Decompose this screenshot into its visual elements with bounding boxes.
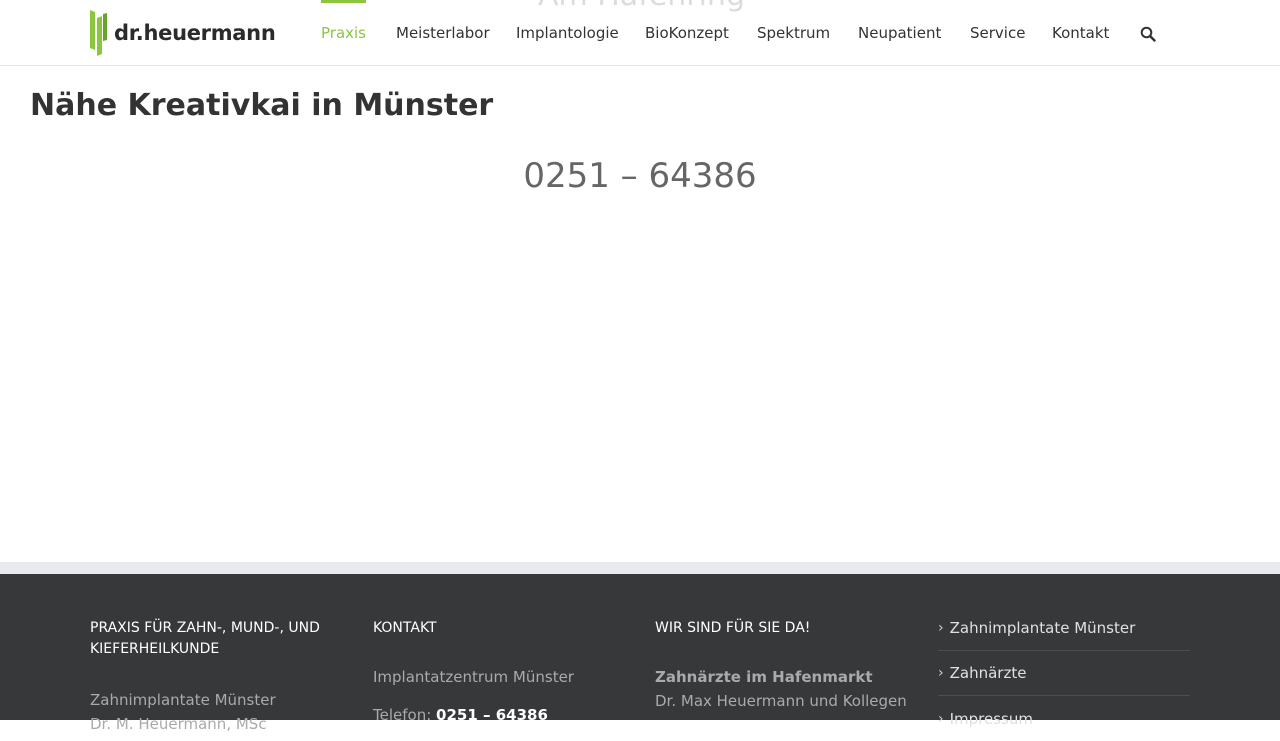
- footer-link-label: Impressum: [949, 709, 1033, 728]
- page-title: Nähe Kreativkai in Münster: [30, 88, 494, 123]
- footer-praxis-line1: Zahnimplantate Münster: [90, 691, 276, 709]
- footer-link-label: Zahnärzte: [949, 664, 1027, 682]
- footer-service-line2: Dr. Max Heuermann und Kollegen: [655, 692, 907, 710]
- footer-column-service: WIR SIND FÜR SIE DA! Zahnärzte im Hafenm…: [655, 618, 907, 713]
- footer-link-label: Zahnimplantate Münster: [949, 619, 1136, 637]
- footer-phone-label: Telefon:: [373, 706, 432, 724]
- footer-heading-praxis: PRAXIS FÜR ZAHN-, MUND-, UND KIEFERHEILK…: [90, 620, 320, 657]
- footer-phone-link[interactable]: 0251 – 64386: [436, 706, 548, 724]
- nav-item-praxis[interactable]: Praxis: [321, 0, 366, 66]
- logo-text: dr.heuermann: [114, 21, 276, 45]
- footer-kontakt-phone: Telefon: 0251 – 64386: [373, 703, 613, 727]
- footer-column-kontakt: KONTAKT Implantatzentrum Münster Telefon…: [373, 618, 613, 727]
- footer-link-zahnaerzte[interactable]: › Zahnärzte: [938, 651, 1190, 696]
- footer-link-zahnimplantate[interactable]: › Zahnimplantate Münster: [938, 606, 1190, 651]
- nav-item-kontakt[interactable]: Kontakt: [1052, 0, 1109, 66]
- footer-heading-kontakt: KONTAKT: [373, 620, 437, 636]
- nav-item-spektrum[interactable]: Spektrum: [757, 0, 830, 66]
- footer-praxis-line2: Dr. M. Heuermann, MSc: [90, 715, 267, 733]
- nav-item-implantologie[interactable]: Implantologie: [516, 0, 619, 66]
- nav-item-neupatient[interactable]: Neupatient: [858, 0, 941, 66]
- footer-column-praxis: PRAXIS FÜR ZAHN-, MUND-, UND KIEFERHEILK…: [90, 618, 340, 736]
- site-header: Am Hafenring dr.heuermann Praxis Meister…: [0, 0, 1280, 66]
- phone-number-display[interactable]: 0251 – 64386: [0, 156, 1280, 196]
- nav-item-biokonzept[interactable]: BioKonzept: [645, 0, 729, 66]
- site-logo[interactable]: dr.heuermann: [90, 10, 276, 56]
- footer-heading-service: WIR SIND FÜR SIE DA!: [655, 620, 811, 636]
- chevron-right-icon: ›: [938, 710, 944, 727]
- chevron-right-icon: ›: [938, 620, 944, 636]
- logo-mark-icon: [90, 10, 107, 56]
- search-icon[interactable]: [1140, 26, 1156, 42]
- footer-service-line1: Zahnärzte im Hafenmarkt: [655, 668, 873, 686]
- footer-links: › Zahnimplantate Münster › Zahnärzte › I…: [938, 606, 1190, 741]
- nav-item-meisterlabor[interactable]: Meisterlabor: [396, 0, 490, 66]
- nav-item-service[interactable]: Service: [970, 0, 1025, 66]
- chevron-right-icon: ›: [938, 665, 944, 681]
- footer-link-impressum[interactable]: › Impressum: [938, 696, 1190, 741]
- footer-kontakt-line1: Implantatzentrum Münster: [373, 668, 574, 686]
- footer-divider-band: [0, 562, 1280, 574]
